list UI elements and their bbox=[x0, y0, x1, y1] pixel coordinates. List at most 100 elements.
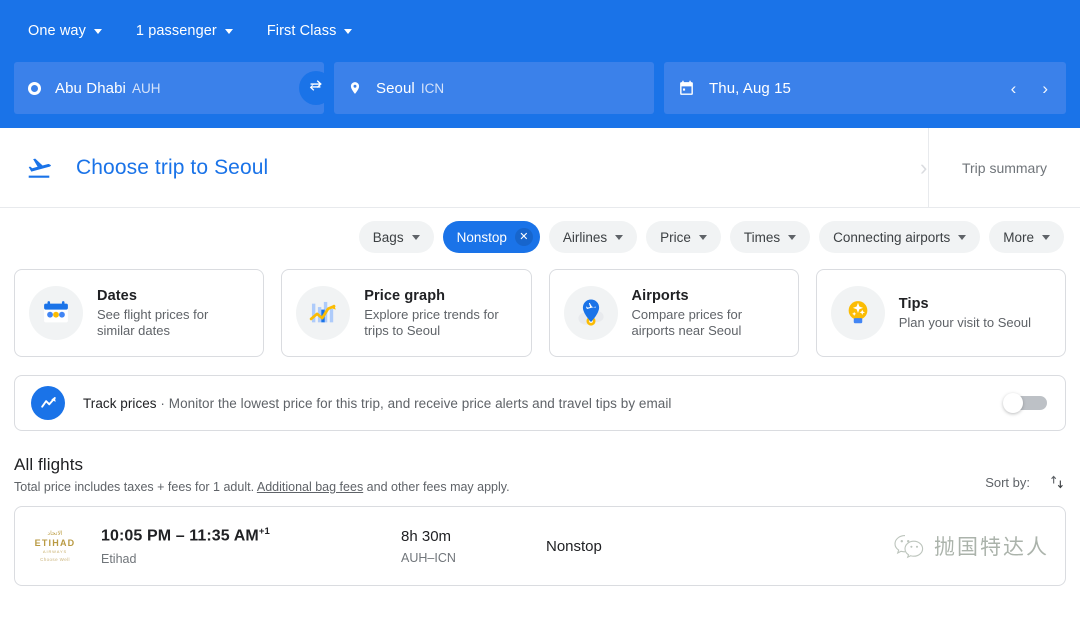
passenger-selector[interactable]: 1 passenger bbox=[132, 18, 237, 44]
trip-type-label: One way bbox=[28, 23, 86, 39]
flight-times-value: 10:05 PM – 11:35 AM bbox=[101, 527, 259, 545]
explore-card-text: Price graph Explore price trends for tri… bbox=[364, 288, 516, 339]
day-offset-badge: +1 bbox=[258, 526, 270, 538]
explore-card-airports[interactable]: Airports Compare prices for airports nea… bbox=[548, 269, 799, 357]
filter-chip-airlines[interactable]: Airlines bbox=[548, 221, 638, 253]
chevron-down-icon bbox=[698, 234, 707, 240]
destination-city: Seoul bbox=[376, 79, 415, 97]
filter-chip-connecting-airports[interactable]: Connecting airports bbox=[819, 221, 981, 253]
swap-arrows-icon bbox=[309, 79, 322, 91]
previous-date-button[interactable]: ‹ bbox=[1005, 76, 1023, 101]
flight-duration-column: 8h 30m AUH–ICN bbox=[401, 528, 546, 565]
filter-chip-label: More bbox=[1003, 229, 1034, 245]
cabin-class-label: First Class bbox=[266, 23, 337, 39]
note-before: Total price includes taxes + fees for 1 … bbox=[14, 480, 257, 494]
filter-chip-label: Bags bbox=[372, 229, 404, 245]
sort-controls: Sort by: bbox=[985, 472, 1066, 494]
origin-circle-icon bbox=[28, 81, 41, 95]
next-date-button[interactable]: › bbox=[1036, 76, 1054, 101]
all-flights-heading-block: All flights Total price includes taxes +… bbox=[14, 455, 985, 494]
departure-date-input[interactable]: Thu, Aug 15 ‹ › bbox=[664, 62, 1066, 114]
track-prices-description: Monitor the lowest price for this trip, … bbox=[168, 395, 672, 411]
origin-code: AUH bbox=[131, 80, 161, 96]
explore-card-subtitle: Plan your visit to Seoul bbox=[898, 314, 1031, 330]
track-prices-label: Track prices bbox=[83, 395, 157, 411]
date-nav-group: ‹ › bbox=[1005, 76, 1054, 101]
filter-chip-bags[interactable]: Bags bbox=[358, 221, 434, 253]
cabin-class-selector[interactable]: First Class bbox=[263, 18, 357, 44]
filter-chip-label: Airlines bbox=[562, 229, 608, 245]
explore-card-subtitle: Compare prices for airports near Seoul bbox=[631, 306, 743, 338]
flight-takeoff-icon bbox=[28, 158, 51, 178]
watermark-text: 抛国特达人 bbox=[934, 535, 1049, 559]
additional-bag-fees-link[interactable]: Additional bag fees bbox=[257, 480, 363, 494]
airline-logo: الاتحاد ETIHAD AIRWAYS Choose Well bbox=[29, 523, 81, 569]
filter-chip-nonstop[interactable]: Nonstop ✕ bbox=[442, 221, 540, 253]
chevron-down-icon bbox=[958, 234, 967, 240]
close-icon[interactable]: ✕ bbox=[514, 228, 533, 246]
all-flights-header: All flights Total price includes taxes +… bbox=[0, 431, 1080, 494]
explore-card-subtitle: See flight prices for similar dates bbox=[97, 306, 209, 338]
explore-card-subtitle: Explore price trends for trips to Seoul bbox=[364, 306, 499, 338]
lightbulb-icon bbox=[830, 286, 885, 340]
track-prices-separator: · bbox=[156, 395, 169, 411]
track-prices-text: Track prices · Monitor the lowest price … bbox=[83, 396, 671, 411]
flight-duration: 8h 30m bbox=[401, 527, 452, 545]
filter-chip-price[interactable]: Price bbox=[646, 221, 721, 253]
origin-input[interactable]: Abu Dhabi AUH bbox=[14, 62, 324, 114]
wechat-icon bbox=[894, 535, 924, 559]
destination-input[interactable]: Seoul ICN bbox=[334, 62, 654, 114]
filter-chip-row: Bags Nonstop ✕ Airlines Price Times Conn… bbox=[0, 208, 1080, 263]
chevron-down-icon bbox=[411, 234, 420, 240]
sort-by-label: Sort by: bbox=[985, 474, 1030, 490]
choose-trip-bar: Choose trip to Seoul › Trip summary bbox=[0, 128, 1080, 208]
all-flights-note: Total price includes taxes + fees for 1 … bbox=[14, 480, 985, 494]
destination-code: ICN bbox=[420, 80, 445, 96]
calendar-icon bbox=[680, 80, 693, 95]
flight-route: AUH–ICN bbox=[401, 550, 456, 565]
chevron-down-icon bbox=[1042, 234, 1050, 240]
trending-chart-icon bbox=[31, 386, 65, 420]
explore-cards-row: Dates See flight prices for similar date… bbox=[0, 263, 1080, 357]
chevron-down-icon bbox=[93, 28, 102, 34]
page-title: Choose trip to Seoul bbox=[76, 155, 269, 179]
explore-card-text: Tips Plan your visit to Seoul bbox=[899, 296, 1031, 331]
departure-date-value: Thu, Aug 15 bbox=[709, 79, 791, 97]
chevron-down-icon bbox=[344, 28, 353, 34]
explore-card-text: Airports Compare prices for airports nea… bbox=[632, 288, 784, 339]
chevron-down-icon bbox=[788, 234, 797, 240]
calendar-prices-icon bbox=[29, 286, 83, 340]
wechat-watermark: 抛国特达人 bbox=[893, 531, 1049, 561]
filter-chip-label: Connecting airports bbox=[833, 229, 951, 245]
flight-result-row[interactable]: الاتحاد ETIHAD AIRWAYS Choose Well 10:05… bbox=[14, 506, 1066, 586]
chevron-down-icon bbox=[224, 28, 233, 34]
swap-airports-button[interactable] bbox=[299, 71, 333, 105]
passenger-label: 1 passenger bbox=[135, 23, 217, 39]
airline-logo-sub: AIRWAYS bbox=[42, 549, 68, 554]
track-prices-section: Track prices · Monitor the lowest price … bbox=[0, 357, 1080, 431]
airline-logo-arabic: الاتحاد bbox=[47, 531, 63, 537]
all-flights-heading: All flights bbox=[14, 455, 84, 474]
flight-results-list: الاتحاد ETIHAD AIRWAYS Choose Well 10:05… bbox=[0, 494, 1080, 586]
filter-chip-label: Price bbox=[660, 229, 691, 245]
filter-chip-times[interactable]: Times bbox=[729, 221, 811, 253]
search-options-row: One way 1 passenger First Class bbox=[0, 0, 1080, 62]
route-row: Abu Dhabi AUH Seoul ICN Thu, Aug 15 ‹ › bbox=[0, 62, 1080, 114]
explore-card-title: Tips bbox=[898, 295, 929, 312]
price-graph-icon bbox=[296, 286, 351, 340]
explore-card-price-graph[interactable]: Price graph Explore price trends for tri… bbox=[281, 269, 532, 357]
track-prices-toggle[interactable] bbox=[1003, 393, 1047, 413]
explore-card-tips[interactable]: Tips Plan your visit to Seoul bbox=[815, 269, 1066, 357]
trip-type-selector[interactable]: One way bbox=[24, 18, 106, 44]
filter-chip-more[interactable]: More bbox=[989, 221, 1064, 253]
trip-summary-tab[interactable]: › Trip summary bbox=[920, 128, 1080, 207]
track-prices-card: Track prices · Monitor the lowest price … bbox=[14, 375, 1066, 431]
sort-arrows-icon[interactable] bbox=[1048, 472, 1066, 492]
flight-airline-name: Etihad bbox=[101, 551, 137, 566]
filter-chip-label: Times bbox=[743, 229, 781, 245]
airport-pin-icon bbox=[563, 286, 618, 340]
airline-logo-tagline: Choose Well bbox=[40, 557, 70, 562]
chevron-right-icon: › bbox=[920, 154, 928, 181]
choose-trip-left: Choose trip to Seoul bbox=[0, 128, 929, 207]
explore-card-dates[interactable]: Dates See flight prices for similar date… bbox=[14, 269, 265, 357]
